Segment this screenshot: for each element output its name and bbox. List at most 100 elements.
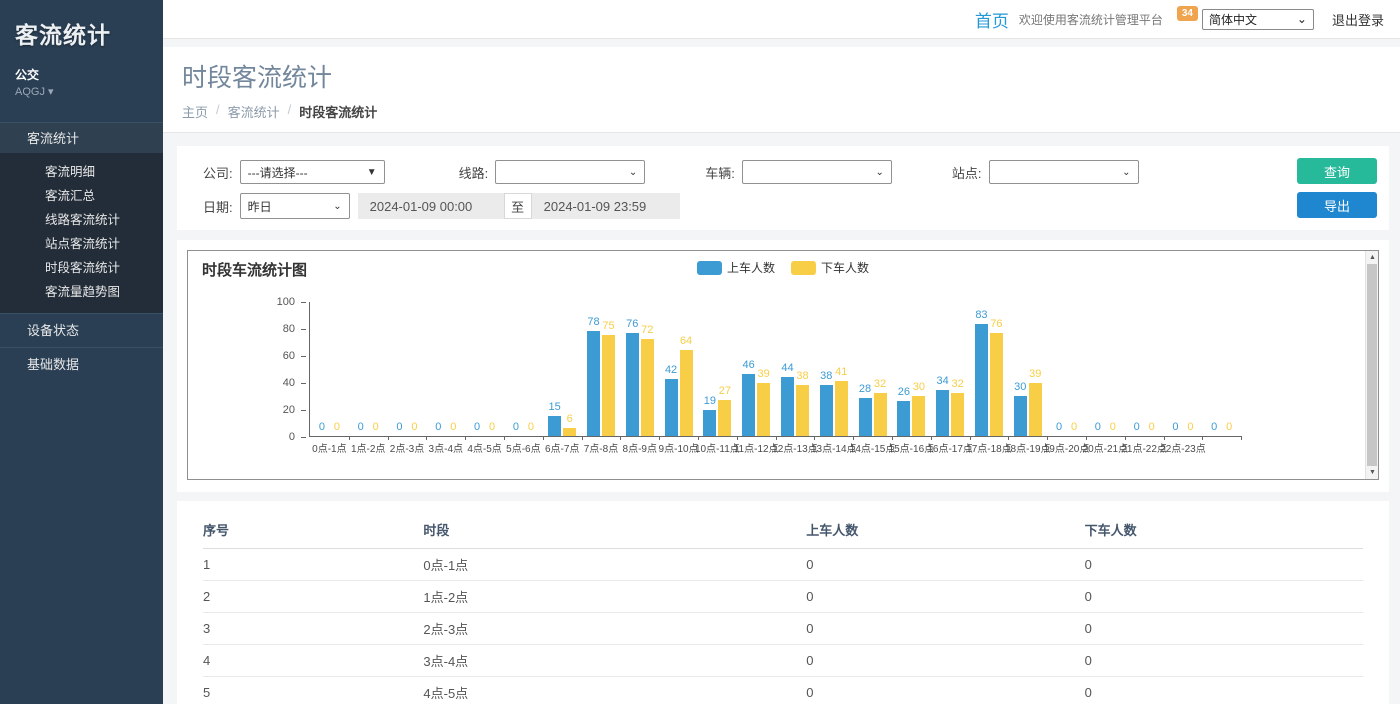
scroll-up-icon[interactable]: ▲ xyxy=(1366,251,1379,264)
bar-上车人数[interactable] xyxy=(897,401,910,436)
chart-panel: 时段车流统计图 上车人数下车人数 020406080100 000点-1点001… xyxy=(187,250,1379,480)
sidebar: 客流统计 公交 AQGJ ▾ 客流统计 客流明细客流汇总线路客流统计站点客流统计… xyxy=(0,0,163,704)
bar-group-2点-3点: 002点-3点 xyxy=(388,302,427,436)
bar-下车人数[interactable] xyxy=(912,396,925,437)
bar-上车人数[interactable] xyxy=(975,324,988,436)
y-axis-tick-label: 20 xyxy=(283,404,295,416)
station-label: 站点: xyxy=(952,163,982,182)
bar-value-label: 0 xyxy=(1056,422,1062,433)
sidebar-item-客流汇总[interactable]: 客流汇总 xyxy=(0,184,163,208)
chevron-down-icon: ⌄ xyxy=(875,167,883,178)
bar-column: 0 xyxy=(1184,302,1197,436)
bar-column: 27 xyxy=(718,302,731,436)
bar-下车人数[interactable] xyxy=(1029,383,1042,436)
bar-value-label: 32 xyxy=(874,379,886,390)
sidebar-section-basic-data[interactable]: 基础数据 xyxy=(0,347,163,381)
bar-column: 0 xyxy=(1169,302,1182,436)
legend-item-上车人数[interactable]: 上车人数 xyxy=(697,259,775,276)
table-cell: 3点-4点 xyxy=(423,645,806,677)
date-preset-select[interactable]: 昨日 ⌄ xyxy=(240,193,350,219)
x-axis-label: 6点-7点 xyxy=(545,440,579,455)
date-start-input[interactable]: 2024-01-09 00:00 xyxy=(358,193,504,219)
company-select[interactable]: ---请选择--- ▼ xyxy=(240,160,385,184)
bar-下车人数[interactable] xyxy=(641,339,654,436)
bar-value-label: 15 xyxy=(549,402,561,413)
bar-group-13点-14点: 384113点-14点 xyxy=(814,302,853,436)
chart-scrollbar[interactable]: ▲ ▼ xyxy=(1365,251,1378,479)
bar-上车人数[interactable] xyxy=(703,410,716,436)
table-row[interactable]: 54点-5点00 xyxy=(203,677,1363,704)
date-end-input[interactable]: 2024-01-09 23:59 xyxy=(532,193,680,219)
bar-下车人数[interactable] xyxy=(990,333,1003,436)
bar-column: 32 xyxy=(951,302,964,436)
station-select[interactable]: ⌄ xyxy=(989,160,1139,184)
table-row[interactable]: 21点-2点00 xyxy=(203,581,1363,613)
table-row[interactable]: 43点-4点00 xyxy=(203,645,1363,677)
bar-上车人数[interactable] xyxy=(626,333,639,436)
bar-column: 0 xyxy=(524,302,537,436)
caret-down-icon: ▾ xyxy=(48,86,54,98)
export-button[interactable]: 导出 xyxy=(1297,192,1377,218)
table-cell: 0 xyxy=(806,677,1084,704)
breadcrumb-item[interactable]: 客流统计 xyxy=(228,102,280,121)
bar-下车人数[interactable] xyxy=(757,383,770,436)
bar-上车人数[interactable] xyxy=(548,416,561,436)
bar-group-5点-6点: 005点-6点 xyxy=(504,302,543,436)
notification-badge[interactable]: 34 xyxy=(1177,6,1198,21)
bar-上车人数[interactable] xyxy=(1014,396,1027,437)
sidebar-section-device-status[interactable]: 设备状态 xyxy=(0,313,163,347)
bar-下车人数[interactable] xyxy=(718,400,731,436)
vehicle-select[interactable]: ⌄ xyxy=(742,160,892,184)
sidebar-item-客流量趋势图[interactable]: 客流量趋势图 xyxy=(0,280,163,304)
table-cell: 5 xyxy=(203,677,423,704)
chart-card: 时段车流统计图 上车人数下车人数 020406080100 000点-1点001… xyxy=(177,240,1389,492)
bar-上车人数[interactable] xyxy=(859,398,872,436)
sidebar-menu: 客流统计 客流明细客流汇总线路客流统计站点客流统计时段客流统计客流量趋势图 设备… xyxy=(0,122,163,381)
table-row[interactable]: 32点-3点00 xyxy=(203,613,1363,645)
bar-column: 39 xyxy=(1029,302,1042,436)
bar-下车人数[interactable] xyxy=(680,350,693,436)
sidebar-item-线路客流统计[interactable]: 线路客流统计 xyxy=(0,208,163,232)
org-code-label: AQGJ xyxy=(15,86,45,98)
bar-上车人数[interactable] xyxy=(742,374,755,436)
legend-item-下车人数[interactable]: 下车人数 xyxy=(791,259,869,276)
bar-value-label: 0 xyxy=(474,422,480,433)
content-area: 公司: ---请选择--- ▼ 线路: ⌄ 车辆: ⌄ 站点 xyxy=(163,133,1400,704)
query-button[interactable]: 查询 xyxy=(1297,158,1377,184)
table-cell: 1 xyxy=(203,549,423,581)
bar-column: 41 xyxy=(835,302,848,436)
bar-上车人数[interactable] xyxy=(587,331,600,436)
table-cell: 0 xyxy=(1085,645,1363,677)
table-cell: 0点-1点 xyxy=(423,549,806,581)
sidebar-item-站点客流统计[interactable]: 站点客流统计 xyxy=(0,232,163,256)
logout-link[interactable]: 退出登录 xyxy=(1332,10,1384,29)
bar-下车人数[interactable] xyxy=(835,381,848,436)
home-link[interactable]: 首页 xyxy=(975,7,1009,32)
line-select[interactable]: ⌄ xyxy=(495,160,645,184)
legend-color-chip xyxy=(791,261,816,275)
company-select-value: ---请选择--- xyxy=(248,164,308,181)
bar-下车人数[interactable] xyxy=(602,335,615,436)
breadcrumb-item[interactable]: 主页 xyxy=(182,102,208,121)
bar-下车人数[interactable] xyxy=(796,385,809,436)
sidebar-item-时段客流统计[interactable]: 时段客流统计 xyxy=(0,256,163,280)
scrollbar-thumb[interactable] xyxy=(1367,264,1377,466)
bar-下车人数[interactable] xyxy=(563,428,576,436)
bar-上车人数[interactable] xyxy=(936,390,949,436)
sidebar-section-passenger-stats[interactable]: 客流统计 xyxy=(0,122,163,153)
bar-上车人数[interactable] xyxy=(665,379,678,436)
scroll-down-icon[interactable]: ▼ xyxy=(1366,466,1379,479)
bar-下车人数[interactable] xyxy=(874,393,887,436)
bar-value-label: 30 xyxy=(913,382,925,393)
bar-下车人数[interactable] xyxy=(951,393,964,436)
bar-value-label: 41 xyxy=(835,367,847,378)
bar-column: 38 xyxy=(796,302,809,436)
bar-column: 0 xyxy=(354,302,367,436)
language-select[interactable]: 简体中文 ⌄ xyxy=(1202,9,1314,30)
sidebar-item-客流明细[interactable]: 客流明细 xyxy=(0,160,163,184)
bar-value-label: 26 xyxy=(898,387,910,398)
bar-上车人数[interactable] xyxy=(820,385,833,436)
org-selector[interactable]: AQGJ ▾ xyxy=(0,83,163,98)
table-row[interactable]: 10点-1点00 xyxy=(203,549,1363,581)
bar-上车人数[interactable] xyxy=(781,377,794,436)
